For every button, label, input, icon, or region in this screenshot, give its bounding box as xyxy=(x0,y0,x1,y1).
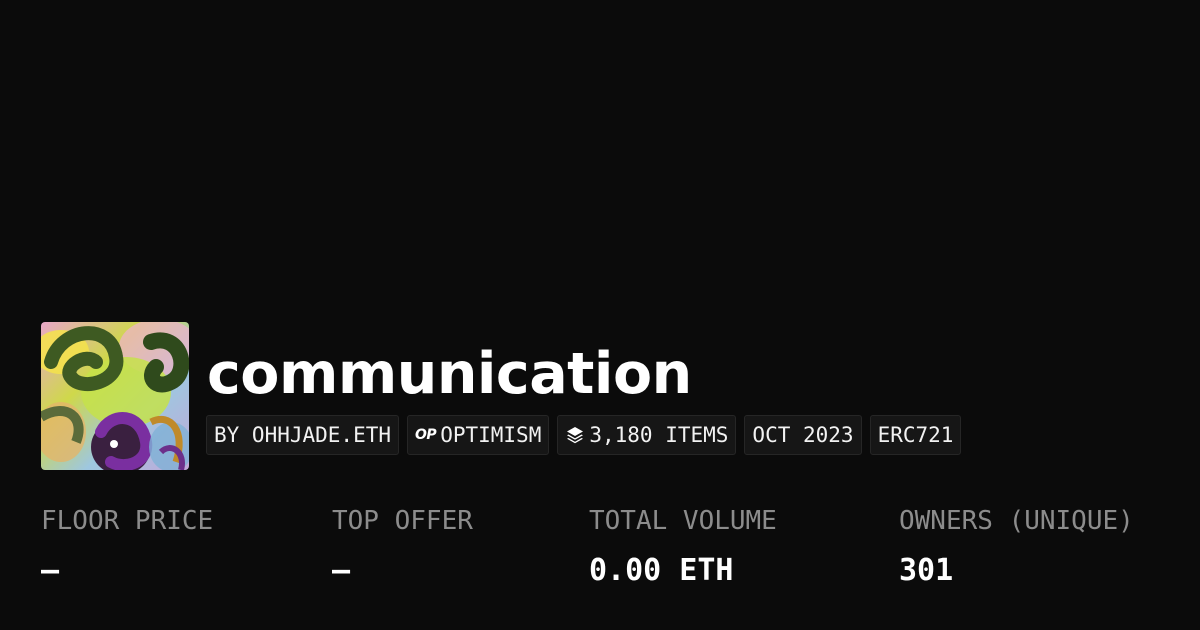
top-offer-label: TOP OFFER xyxy=(332,506,473,536)
top-offer-value: – xyxy=(332,553,351,588)
collection-stats: FLOOR PRICE – TOP OFFER – TOTAL VOLUME 0… xyxy=(0,0,1200,630)
total-volume-value: 0.00 ETH xyxy=(589,553,734,588)
owners-stat: OWNERS (UNIQUE) 301 xyxy=(899,503,1134,589)
total-volume-stat: TOTAL VOLUME 0.00 ETH xyxy=(589,503,777,589)
floor-price-value: – xyxy=(41,553,60,588)
total-volume-label: TOTAL VOLUME xyxy=(589,506,777,536)
top-offer-stat: TOP OFFER – xyxy=(332,503,473,589)
owners-value: 301 xyxy=(899,553,954,588)
floor-price-stat: FLOOR PRICE – xyxy=(41,503,213,589)
floor-price-label: FLOOR PRICE xyxy=(41,506,214,536)
owners-label: OWNERS (UNIQUE) xyxy=(899,506,1134,536)
